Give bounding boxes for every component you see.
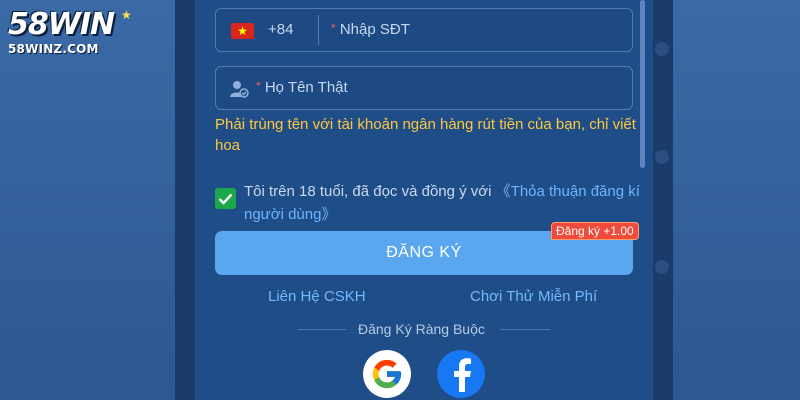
- vietnam-flag-icon: ★: [231, 23, 254, 39]
- logo-domain: 58WINZ.COM: [8, 42, 99, 56]
- field-divider: [318, 15, 319, 45]
- background-right: [673, 0, 800, 400]
- social-separator-text: Đăng Ký Ràng Buộc: [358, 321, 485, 337]
- free-trial-link[interactable]: Chơi Thử Miễn Phí: [470, 288, 597, 305]
- required-mark: *: [256, 79, 261, 93]
- bonus-badge: Đăng ký +1.00: [551, 222, 639, 240]
- phone-frame-left: [175, 0, 195, 400]
- separator-line: [500, 329, 550, 330]
- facebook-icon: [454, 358, 471, 392]
- phone-input[interactable]: * Nhập SĐT: [331, 21, 410, 38]
- google-login-button[interactable]: [363, 350, 411, 398]
- frame-decor-icon: [655, 42, 669, 56]
- name-field[interactable]: * Họ Tên Thật: [215, 66, 633, 110]
- logo-word: WIN: [47, 7, 115, 42]
- google-icon: [372, 359, 402, 389]
- separator-line: [298, 329, 346, 330]
- name-hint: Phải trùng tên với tài khoản ngân hàng r…: [215, 116, 636, 154]
- logo-wordmark: 58WIN: [8, 8, 138, 42]
- name-placeholder: Họ Tên Thật: [264, 79, 348, 96]
- checkmark-icon: [218, 193, 233, 205]
- facebook-login-button[interactable]: [437, 350, 485, 398]
- required-mark: *: [331, 21, 336, 35]
- user-verified-icon: [230, 81, 249, 98]
- logo-star-icon: ★: [121, 8, 132, 22]
- logo-number: 58: [8, 7, 49, 42]
- support-link[interactable]: Liên Hệ CSKH: [268, 288, 366, 305]
- agreement-checkbox[interactable]: [215, 188, 236, 209]
- frame-decor-icon: [655, 150, 669, 164]
- agreement-text: Tôi trên 18 tuổi, đã đọc và đồng ý với 《…: [244, 180, 644, 226]
- brand-logo: 58WIN ★ 58WINZ.COM: [8, 8, 138, 62]
- agreement-label: Tôi trên 18 tuổi, đã đọc và đồng ý với: [244, 183, 496, 200]
- phone-field[interactable]: ★ +84 * Nhập SĐT: [215, 8, 633, 52]
- name-input[interactable]: * Họ Tên Thật: [256, 79, 348, 96]
- frame-decor-icon: [655, 260, 669, 274]
- country-code[interactable]: +84: [268, 21, 293, 38]
- phone-frame-right: [653, 0, 673, 400]
- phone-placeholder: Nhập SĐT: [339, 21, 410, 38]
